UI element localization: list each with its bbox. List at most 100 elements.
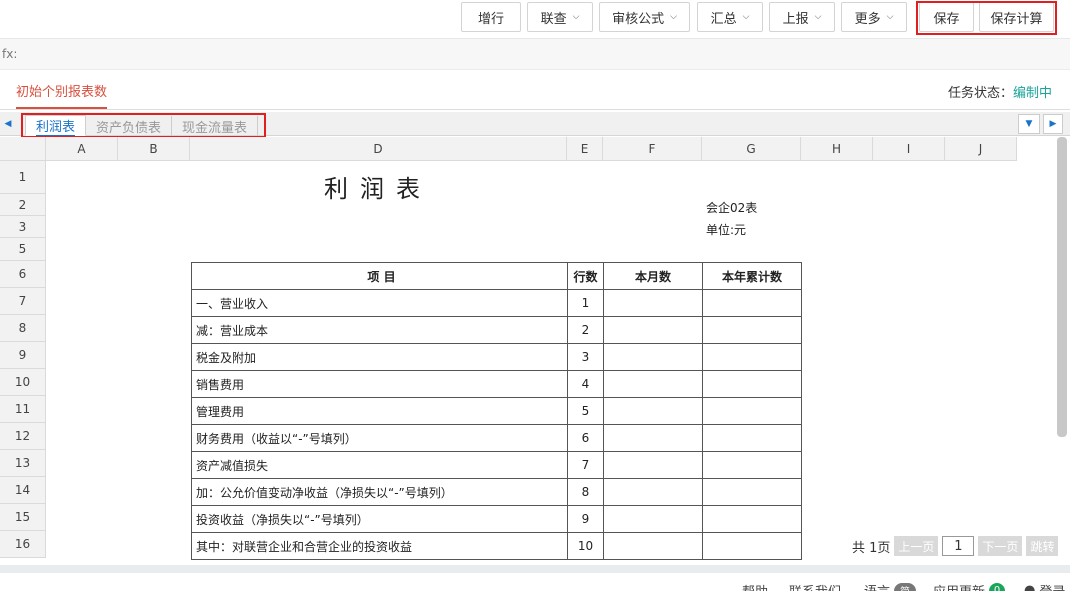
header-item[interactable]: 项 目 bbox=[191, 262, 568, 290]
item-cell[interactable]: 资产减值损失 bbox=[191, 451, 568, 479]
sheet-tab-cash-flow[interactable]: 现金流量表 bbox=[172, 116, 259, 136]
row-header[interactable]: 5 bbox=[0, 238, 46, 261]
row-header[interactable]: 10 bbox=[0, 369, 46, 396]
row-header[interactable]: 12 bbox=[0, 423, 46, 450]
row-header[interactable]: 15 bbox=[0, 504, 46, 531]
month-amount-cell[interactable] bbox=[603, 505, 703, 533]
prev-page-button[interactable]: 上一页 bbox=[894, 536, 939, 556]
ytd-amount-cell[interactable] bbox=[702, 478, 802, 506]
row-header[interactable]: 16 bbox=[0, 531, 46, 558]
report-title[interactable]: 利润表 bbox=[190, 169, 566, 204]
header-ytd[interactable]: 本年累计数 bbox=[702, 262, 802, 290]
contact-link[interactable]: 联系我们 bbox=[789, 581, 841, 591]
language-selector[interactable]: 语言简 bbox=[864, 581, 917, 591]
report-form-number[interactable]: 会企02表 bbox=[706, 199, 757, 216]
row-header[interactable]: 6 bbox=[0, 261, 46, 288]
line-cell[interactable]: 4 bbox=[567, 370, 604, 398]
item-cell[interactable]: 销售费用 bbox=[191, 370, 568, 398]
item-cell[interactable]: 一、营业收入 bbox=[191, 289, 568, 317]
link-query-button[interactable]: 联查 ⌵ bbox=[527, 2, 593, 32]
page-number-input[interactable]: 1 bbox=[942, 536, 975, 556]
item-cell[interactable]: 加：公允价值变动净收益（净损失以“-”号填列） bbox=[191, 478, 568, 506]
scroll-left-icon[interactable]: ◀ bbox=[0, 112, 16, 136]
save-calculate-button[interactable]: 保存计算 bbox=[979, 2, 1054, 32]
line-cell[interactable]: 10 bbox=[567, 532, 604, 560]
ytd-amount-cell[interactable] bbox=[702, 343, 802, 371]
add-row-button[interactable]: 增行 bbox=[461, 2, 521, 32]
line-cell[interactable]: 9 bbox=[567, 505, 604, 533]
report-unit[interactable]: 单位:元 bbox=[706, 221, 746, 238]
tab-initial-report[interactable]: 初始个别报表数 bbox=[16, 81, 108, 109]
ytd-amount-cell[interactable] bbox=[702, 451, 802, 479]
line-cell[interactable]: 7 bbox=[567, 451, 604, 479]
formula-bar[interactable]: fx: bbox=[0, 38, 1070, 70]
column-header[interactable]: J bbox=[945, 137, 1017, 161]
header-month[interactable]: 本月数 bbox=[603, 262, 703, 290]
month-amount-cell[interactable] bbox=[603, 397, 703, 425]
grid-corner[interactable] bbox=[0, 137, 46, 161]
horizontal-scrollbar[interactable] bbox=[0, 565, 1070, 573]
row-header[interactable]: 3 bbox=[0, 216, 46, 238]
ytd-amount-cell[interactable] bbox=[702, 289, 802, 317]
summary-button[interactable]: 汇总 ⌵ bbox=[697, 2, 763, 32]
row-header[interactable]: 2 bbox=[0, 194, 46, 216]
scroll-right-icon[interactable]: ▶ bbox=[1043, 114, 1063, 134]
item-cell[interactable]: 其中：对联营企业和合营企业的投资收益 bbox=[191, 532, 568, 560]
month-amount-cell[interactable] bbox=[603, 478, 703, 506]
column-header[interactable]: D bbox=[190, 137, 567, 161]
header-line[interactable]: 行数 bbox=[567, 262, 604, 290]
vertical-scrollbar[interactable] bbox=[1057, 137, 1067, 437]
month-amount-cell[interactable] bbox=[603, 343, 703, 371]
row-header[interactable]: 13 bbox=[0, 450, 46, 477]
ytd-amount-cell[interactable] bbox=[702, 370, 802, 398]
app-updates-link[interactable]: 应用更新0 bbox=[933, 581, 1006, 591]
item-cell[interactable]: 财务费用（收益以“-”号填列） bbox=[191, 424, 568, 452]
column-header[interactable]: A bbox=[46, 137, 118, 161]
month-amount-cell[interactable] bbox=[603, 424, 703, 452]
jump-button[interactable]: 跳转 bbox=[1026, 536, 1059, 556]
login-link[interactable]: ●登录 bbox=[1024, 581, 1065, 591]
row-header[interactable]: 7 bbox=[0, 288, 46, 315]
month-amount-cell[interactable] bbox=[603, 316, 703, 344]
help-link[interactable]: 帮助 bbox=[742, 581, 768, 591]
line-cell[interactable]: 2 bbox=[567, 316, 604, 344]
month-amount-cell[interactable] bbox=[603, 451, 703, 479]
sheet-list-dropdown-icon[interactable]: ▼ bbox=[1018, 114, 1040, 134]
month-amount-cell[interactable] bbox=[603, 289, 703, 317]
save-button[interactable]: 保存 bbox=[919, 2, 974, 32]
row-header[interactable]: 1 bbox=[0, 161, 46, 194]
audit-formula-button[interactable]: 审核公式 ⌵ bbox=[599, 2, 690, 32]
line-cell[interactable]: 1 bbox=[567, 289, 604, 317]
item-cell[interactable]: 管理费用 bbox=[191, 397, 568, 425]
line-cell[interactable]: 3 bbox=[567, 343, 604, 371]
item-cell[interactable]: 减：营业成本 bbox=[191, 316, 568, 344]
sheet-tab-income-statement[interactable]: 利润表 bbox=[25, 115, 87, 136]
row-header[interactable]: 11 bbox=[0, 396, 46, 423]
row-header[interactable]: 14 bbox=[0, 477, 46, 504]
row-header[interactable]: 8 bbox=[0, 315, 46, 342]
ytd-amount-cell[interactable] bbox=[702, 397, 802, 425]
column-header[interactable]: F bbox=[603, 137, 702, 161]
line-cell[interactable]: 8 bbox=[567, 478, 604, 506]
ytd-amount-cell[interactable] bbox=[702, 505, 802, 533]
ytd-amount-cell[interactable] bbox=[702, 316, 802, 344]
column-header[interactable]: B bbox=[118, 137, 190, 161]
row-header[interactable]: 9 bbox=[0, 342, 46, 369]
sheet-tab-balance-sheet[interactable]: 资产负债表 bbox=[86, 116, 173, 136]
line-cell[interactable]: 5 bbox=[567, 397, 604, 425]
item-cell[interactable]: 税金及附加 bbox=[191, 343, 568, 371]
ytd-amount-cell[interactable] bbox=[702, 532, 802, 560]
column-header[interactable]: I bbox=[873, 137, 945, 161]
report-up-button[interactable]: 上报 ⌵ bbox=[769, 2, 835, 32]
column-header[interactable]: G bbox=[702, 137, 801, 161]
item-cell[interactable]: 投资收益（净损失以“-”号填列） bbox=[191, 505, 568, 533]
ytd-amount-cell[interactable] bbox=[702, 424, 802, 452]
month-amount-cell[interactable] bbox=[603, 370, 703, 398]
month-amount-cell[interactable] bbox=[603, 532, 703, 560]
more-button[interactable]: 更多 ⌵ bbox=[841, 2, 907, 32]
spreadsheet-grid[interactable]: A B D E F G H I J 1 2 3 5 6 7 8 9 10 11 … bbox=[0, 137, 1070, 565]
column-header[interactable]: E bbox=[567, 137, 603, 161]
column-header[interactable]: H bbox=[801, 137, 873, 161]
next-page-button[interactable]: 下一页 bbox=[978, 536, 1023, 556]
line-cell[interactable]: 6 bbox=[567, 424, 604, 452]
